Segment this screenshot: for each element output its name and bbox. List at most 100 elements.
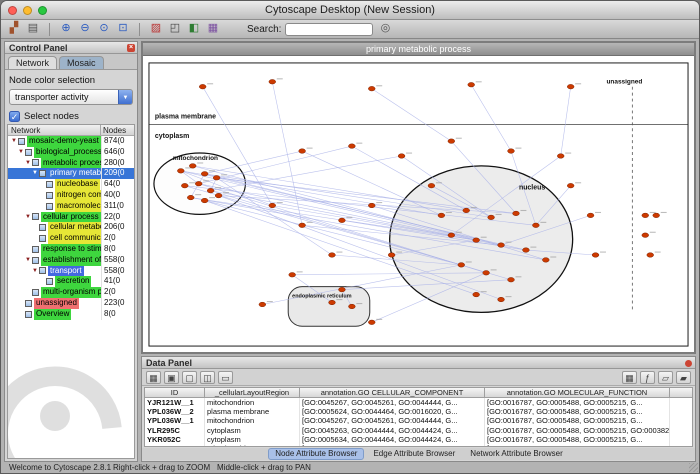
resize-grip[interactable] <box>689 463 698 472</box>
network-node[interactable] <box>368 203 375 208</box>
delete-attribute-icon[interactable]: ▢ <box>182 371 197 384</box>
expander-icon[interactable]: ▼ <box>17 147 25 158</box>
network-node[interactable] <box>199 84 206 89</box>
table-row[interactable]: YJR121W__1mitochondrion[GO:0045267, GO:0… <box>145 398 692 407</box>
column-header[interactable]: _cellularLayoutRegion <box>205 388 300 397</box>
tree-row[interactable]: multi-organism pro2(0 <box>8 287 134 298</box>
tree-row[interactable]: cellular metabo206(0 <box>8 222 134 233</box>
overview-icon[interactable]: ◰ <box>167 21 183 37</box>
network-node[interactable] <box>259 302 266 307</box>
print-icon[interactable]: ▤ <box>25 21 41 37</box>
tab-edge-attribute-browser[interactable]: Edge Attribute Browser <box>367 449 461 459</box>
network-edge[interactable] <box>372 89 452 141</box>
import-table-icon[interactable]: ▱ <box>658 371 673 384</box>
network-node[interactable] <box>532 223 539 228</box>
select-all-attributes-icon[interactable]: ◫ <box>200 371 215 384</box>
tree-row[interactable]: ▼primary metab209(0 <box>8 168 134 179</box>
tree-row[interactable]: nitrogen compo40(0 <box>8 190 134 201</box>
network-node[interactable] <box>498 297 505 302</box>
network-node[interactable] <box>642 233 649 238</box>
tree-row[interactable]: nucleobase64(0 <box>8 179 134 190</box>
network-edge[interactable] <box>272 82 302 226</box>
tree-row[interactable]: ▼mosaic-demo-yeast874(0 <box>8 136 134 147</box>
network-node[interactable] <box>201 172 208 177</box>
titlebar[interactable]: Cytoscape Desktop (New Session) <box>1 1 699 20</box>
network-node[interactable] <box>523 248 530 253</box>
tree-row[interactable]: ▼cellular process22(0 <box>8 212 134 223</box>
table-row[interactable]: YDR039C__1mitochondrion[GO:0045267, GO:0… <box>145 444 692 447</box>
tree-row[interactable]: ▼transport558(0 <box>8 266 134 277</box>
session-icon[interactable]: ▞ <box>6 21 22 37</box>
network-node[interactable] <box>368 86 375 91</box>
vizmapper-icon[interactable]: ◧ <box>186 21 202 37</box>
network-node[interactable] <box>177 169 184 174</box>
tab-node-attribute-browser[interactable]: Node Attribute Browser <box>268 448 364 460</box>
zoom-out-icon[interactable]: ⊖ <box>77 21 93 37</box>
column-header[interactable]: annotation.GO MOLECULAR_FUNCTION <box>485 388 670 397</box>
network-node[interactable] <box>388 253 395 258</box>
network-node[interactable] <box>207 188 214 193</box>
tab-network[interactable]: Network <box>8 56 57 69</box>
network-node[interactable] <box>448 139 455 144</box>
network-node[interactable] <box>428 183 435 188</box>
network-node[interactable] <box>642 213 649 218</box>
network-node[interactable] <box>508 277 515 282</box>
expander-icon[interactable]: ▼ <box>24 158 32 169</box>
network-node[interactable] <box>488 215 495 220</box>
network-node[interactable] <box>398 154 405 159</box>
column-header[interactable]: ID <box>145 388 205 397</box>
zoom-fit-icon[interactable]: ⊡ <box>115 21 131 37</box>
network-node[interactable] <box>557 154 564 159</box>
search-options-icon[interactable]: ◎ <box>377 21 393 37</box>
network-node[interactable] <box>498 243 505 248</box>
network-node[interactable] <box>348 144 355 149</box>
network-node[interactable] <box>269 203 276 208</box>
expander-icon[interactable]: ▼ <box>31 168 39 179</box>
color-attribute-dropdown[interactable]: transporter activity <box>9 89 133 105</box>
network-node[interactable] <box>438 213 445 218</box>
column-header[interactable]: annotation.GO CELLULAR_COMPONENT <box>300 388 485 397</box>
network-node[interactable] <box>463 208 470 213</box>
network-node[interactable] <box>468 82 475 87</box>
tree-row[interactable]: cell communicat2(0 <box>8 233 134 244</box>
expander-icon[interactable]: ▼ <box>24 255 32 266</box>
tree-row[interactable]: ▼establishment of l558(0 <box>8 255 134 266</box>
create-attribute-icon[interactable]: ▣ <box>164 371 179 384</box>
network-node[interactable] <box>567 183 574 188</box>
network-node[interactable] <box>339 287 346 292</box>
network-node[interactable] <box>213 175 220 180</box>
network-node[interactable] <box>329 300 336 305</box>
zoom-in-icon[interactable]: ⊕ <box>58 21 74 37</box>
tree-row[interactable]: ▼metabolic proces280(0 <box>8 158 134 169</box>
network-node[interactable] <box>348 304 355 309</box>
table-row[interactable]: YPL036W__1mitochondrion[GO:0045267, GO:0… <box>145 416 692 425</box>
tree-row[interactable]: macromolecule311(0 <box>8 201 134 212</box>
export-table-icon[interactable]: ▰ <box>676 371 691 384</box>
table-row[interactable]: YPL036W__2plasma membrane[GO:0005624, GO… <box>145 407 692 416</box>
tab-mosaic[interactable]: Mosaic <box>59 56 104 69</box>
network-node[interactable] <box>299 223 306 228</box>
annotation-icon[interactable]: ▨ <box>148 21 164 37</box>
grid-mode-icon[interactable]: ▦ <box>622 371 637 384</box>
network-node[interactable] <box>508 149 515 154</box>
network-edge[interactable] <box>471 85 511 151</box>
network-node[interactable] <box>289 273 296 278</box>
table-row[interactable]: YKR052Ccytoplasm[GO:0005634, GO:0044464,… <box>145 435 692 444</box>
tree-row[interactable]: unassigned223(0 <box>8 298 134 309</box>
tree-column-network[interactable]: Network <box>8 125 101 135</box>
manager-icon[interactable]: ▦ <box>205 21 221 37</box>
network-node[interactable] <box>181 183 188 188</box>
network-node[interactable] <box>473 292 480 297</box>
select-nodes-checkbox[interactable] <box>9 111 20 122</box>
tree-row[interactable]: ▼biological_process646(0 <box>8 147 134 158</box>
tab-network-attribute-browser[interactable]: Network Attribute Browser <box>464 449 568 459</box>
network-node[interactable] <box>215 193 222 198</box>
network-node[interactable] <box>473 238 480 243</box>
network-node[interactable] <box>339 218 346 223</box>
formula-builder-icon[interactable]: ƒ <box>640 371 655 384</box>
expander-icon[interactable]: ▼ <box>31 266 39 277</box>
network-node[interactable] <box>329 253 336 258</box>
tree-row[interactable]: secretion41(0 <box>8 276 134 287</box>
network-node[interactable] <box>201 198 208 203</box>
select-attributes-icon[interactable]: ▦ <box>146 371 161 384</box>
